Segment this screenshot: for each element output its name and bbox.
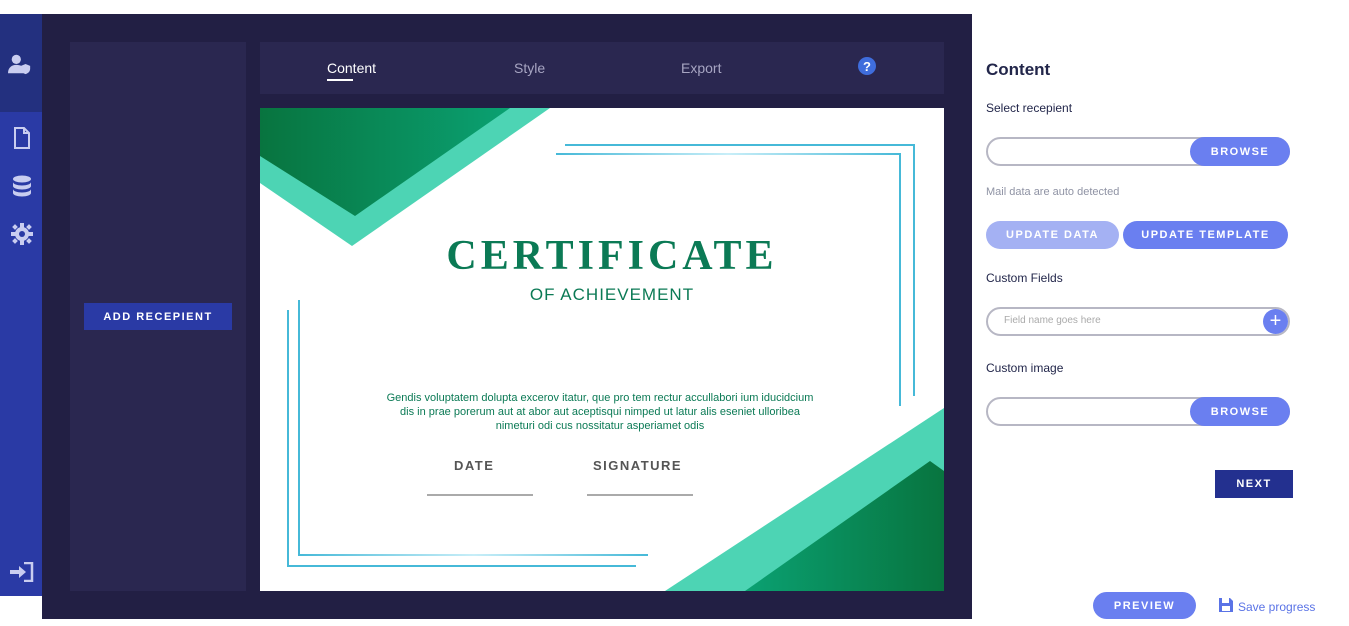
add-field-icon[interactable]: +: [1263, 309, 1288, 334]
preview-button[interactable]: PREVIEW: [1093, 592, 1196, 619]
update-data-button[interactable]: UPDATE DATA: [986, 221, 1119, 249]
certificate-body: Gendis voluptatem dolupta excerov itatur…: [386, 392, 814, 432]
tab-content[interactable]: Content: [327, 60, 376, 81]
document-icon[interactable]: [10, 126, 34, 150]
recipient-file-field: BROWSE: [986, 137, 1290, 166]
recipient-panel: ADD RECEPIENT: [70, 42, 246, 591]
tab-style[interactable]: Style: [514, 60, 545, 76]
select-recipient-label: Select recepient: [986, 101, 1073, 115]
workspace: ADD RECEPIENT Content Style Export ? CER…: [42, 14, 972, 619]
custom-field-input[interactable]: [1002, 314, 1246, 327]
mail-hint: Mail data are auto detected: [986, 186, 1120, 198]
custom-field-row: +: [986, 307, 1290, 336]
browse-image-button[interactable]: BROWSE: [1190, 397, 1290, 426]
save-icon: [1218, 597, 1234, 616]
custom-image-field: BROWSE: [986, 397, 1290, 426]
signature-label: SIGNATURE: [593, 458, 683, 473]
custom-image-label: Custom image: [986, 361, 1064, 375]
save-progress-link[interactable]: Save progress: [1218, 597, 1315, 616]
settings-panel: Content Select recepient BROWSE Mail dat…: [986, 0, 1349, 626]
certificate-subtitle: OF ACHIEVEMENT: [529, 285, 695, 304]
certificate-preview: CERTIFICATE OF ACHIEVEMENT Gendis volupt…: [260, 108, 944, 591]
panel-heading: Content: [986, 60, 1051, 79]
next-button[interactable]: NEXT: [1215, 470, 1293, 498]
add-recipient-button[interactable]: ADD RECEPIENT: [84, 303, 232, 330]
browse-recipient-button[interactable]: BROWSE: [1190, 137, 1290, 166]
certificate-decoration: [260, 108, 944, 591]
tab-bar: Content Style Export ?: [260, 42, 944, 94]
date-label: DATE: [454, 458, 495, 473]
help-icon[interactable]: ?: [858, 57, 876, 75]
custom-fields-label: Custom Fields: [986, 271, 1063, 285]
gear-icon[interactable]: [10, 222, 34, 246]
tab-export[interactable]: Export: [681, 60, 721, 76]
database-icon[interactable]: [10, 174, 34, 198]
icon-rail: [0, 14, 42, 596]
certificate-title: CERTIFICATE: [446, 233, 778, 279]
user-shield-icon[interactable]: [8, 52, 32, 76]
sign-in-icon[interactable]: [10, 560, 34, 584]
save-progress-label: Save progress: [1238, 599, 1316, 614]
update-template-button[interactable]: UPDATE TEMPLATE: [1123, 221, 1288, 249]
